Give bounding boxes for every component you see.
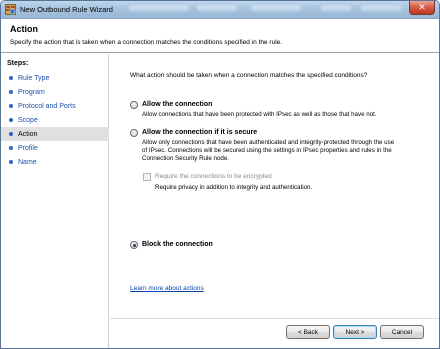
back-button[interactable]: < Back (286, 325, 330, 339)
step-profile[interactable]: Profile (1, 141, 109, 155)
step-label: Name (18, 158, 37, 166)
step-label: Scope (18, 116, 38, 124)
firewall-icon (5, 4, 16, 15)
bullet-icon (9, 146, 13, 150)
step-action[interactable]: Action (1, 127, 109, 141)
require-encryption-checkbox[interactable] (143, 173, 151, 181)
step-rule-type[interactable]: Rule Type (1, 71, 109, 85)
bullet-icon (9, 90, 13, 94)
bullet-icon (9, 132, 13, 136)
steps-sidebar: Steps: Rule Type Program Protocol and Po… (1, 54, 109, 348)
bullet-icon (9, 160, 13, 164)
allow-secure-description-line3: Connection Security Rule node. (142, 155, 230, 162)
bullet-icon (9, 118, 13, 122)
window-title: New Outbound Rule Wizard (20, 5, 113, 14)
step-label: Rule Type (18, 74, 50, 82)
action-question: What action should be taken when a conne… (130, 72, 368, 79)
background-blur (129, 5, 189, 11)
step-label: Profile (18, 144, 38, 152)
background-blur (321, 5, 351, 11)
page-description: Specify the action that is taken when a … (10, 39, 283, 46)
page-title: Action (10, 24, 38, 34)
background-blur (361, 5, 401, 11)
wizard-header: Action Specify the action that is taken … (1, 19, 439, 53)
step-name[interactable]: Name (1, 155, 109, 169)
allow-radio[interactable] (130, 101, 138, 109)
bullet-icon (9, 76, 13, 80)
allow-secure-description-line1: Allow only connections that have been au… (142, 139, 395, 146)
require-encryption-label: Require the connections to be encrypted (155, 173, 272, 180)
block-label[interactable]: Block the connection (142, 241, 213, 248)
step-label: Protocol and Ports (18, 102, 76, 110)
block-radio[interactable] (130, 241, 138, 249)
allow-description: Allow connections that have been protect… (142, 111, 377, 118)
step-protocol-ports[interactable]: Protocol and Ports (1, 99, 109, 113)
steps-list: Rule Type Program Protocol and Ports Sco… (1, 71, 109, 169)
step-label: Action (18, 130, 38, 138)
allow-secure-description-line2: of IPsec. Connections will be secured us… (142, 147, 392, 154)
require-encryption-description: Require privacy in addition to integrity… (155, 184, 313, 191)
wizard-window: New Outbound Rule Wizard ✕ Action Specif… (0, 0, 440, 349)
bullet-icon (9, 104, 13, 108)
steps-label: Steps: (7, 60, 29, 67)
step-program[interactable]: Program (1, 85, 109, 99)
learn-more-link[interactable]: Learn more about actions (130, 285, 204, 292)
next-button[interactable]: Next > (333, 325, 377, 339)
step-scope[interactable]: Scope (1, 113, 109, 127)
main-panel: What action should be taken when a conne… (110, 54, 439, 318)
wizard-footer: < Back Next > Cancel (110, 318, 439, 348)
step-label: Program (18, 88, 45, 96)
allow-label[interactable]: Allow the connection (142, 101, 212, 108)
background-blur (197, 5, 237, 11)
cancel-button[interactable]: Cancel (380, 325, 424, 339)
close-icon: ✕ (418, 2, 426, 12)
allow-secure-label[interactable]: Allow the connection if it is secure (142, 129, 257, 136)
title-bar[interactable]: New Outbound Rule Wizard ✕ (1, 1, 439, 19)
close-button[interactable]: ✕ (409, 1, 435, 15)
background-blur (251, 5, 301, 11)
allow-secure-radio[interactable] (130, 129, 138, 137)
